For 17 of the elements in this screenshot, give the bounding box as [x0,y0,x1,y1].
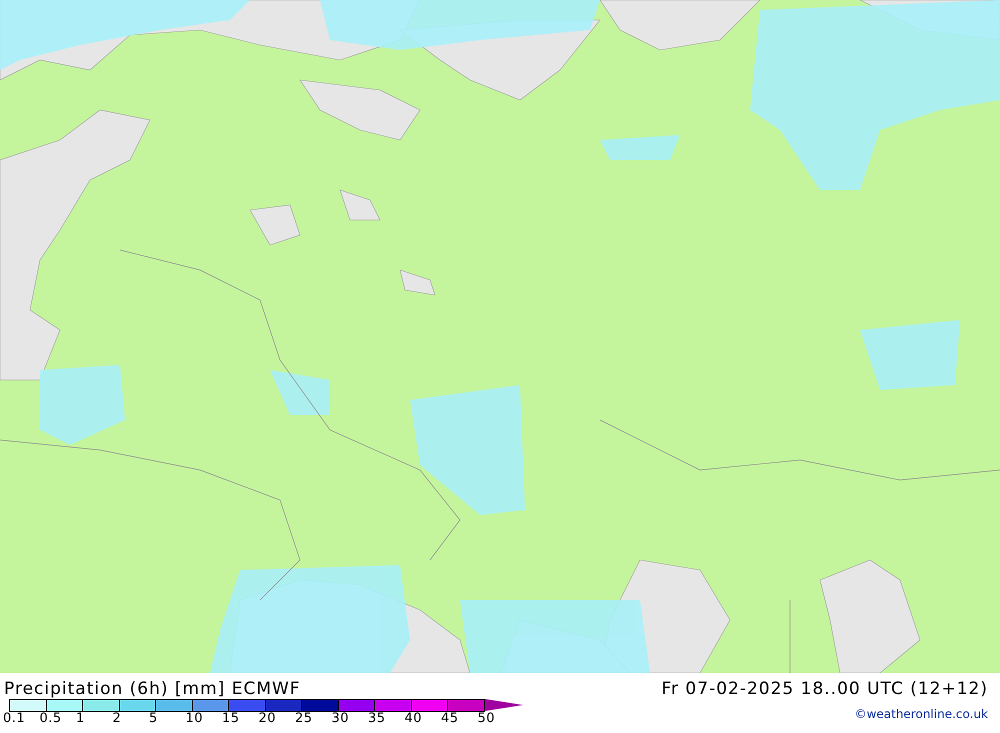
legend-tick-label: 35 [368,711,387,726]
legend-tick-label: 30 [332,711,350,726]
legend-tick-label: 2 [112,711,122,726]
legend-tick-label: 10 [186,711,204,726]
legend-tick-label: 25 [295,711,314,726]
legend-tick-label: 50 [478,711,496,726]
valid-time: Fr 07-02-2025 18..00 UTC (12+12) [662,679,988,699]
legend-tick-label: 0.5 [40,711,63,726]
legend-tick-label: 1 [76,711,86,726]
legend-tick-label: 5 [149,711,159,726]
legend-tick-label: 45 [441,711,460,726]
legend-tick-label: 40 [404,711,424,726]
legend-tick-label: 20 [258,711,278,726]
credit-link[interactable]: ©weatheronline.co.uk [854,707,988,721]
chart-title: Precipitation (6h) [mm] ECMWF [4,679,301,699]
legend-tick-label: 15 [222,711,241,726]
legend-tick-label: 0.1 [3,711,26,726]
